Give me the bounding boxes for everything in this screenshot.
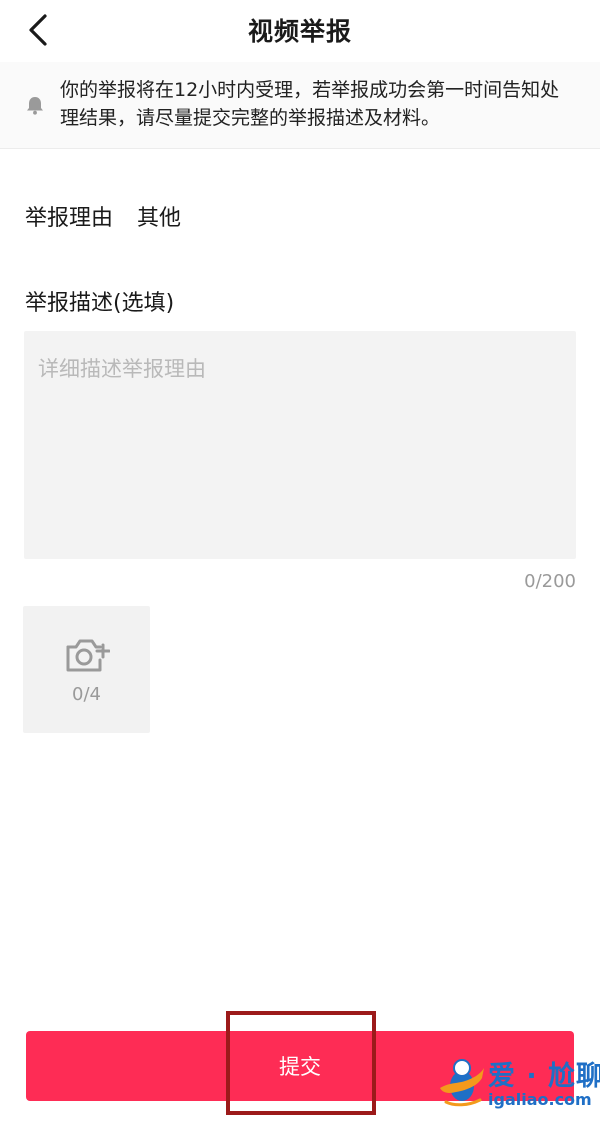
watermark-url: igaliao.com <box>488 1090 592 1109</box>
mascot-logo-icon <box>440 1059 484 1107</box>
header-bar: 视频举报 <box>0 0 600 63</box>
report-description-input[interactable]: 详细描述举报理由 <box>24 331 576 559</box>
notice-banner: 你的举报将在12小时内受理，若举报成功会第一时间告知处理结果，请尽量提交完整的举… <box>0 62 600 149</box>
watermark: 爱 · 尬聊 igaliao.com <box>438 1052 600 1118</box>
report-reason-value: 其他 <box>137 206 182 231</box>
page-title: 视频举报 <box>247 17 352 46</box>
camera-plus-icon <box>66 639 110 672</box>
report-description-placeholder: 详细描述举报理由 <box>38 357 206 381</box>
upload-image-button[interactable]: 0/4 <box>23 606 150 733</box>
upload-counter: 0/4 <box>72 684 101 705</box>
watermark-title: 爱 · 尬聊 <box>488 1061 600 1092</box>
notice-text: 你的举报将在12小时内受理，若举报成功会第一时间告知处理结果，请尽量提交完整的举… <box>60 79 560 129</box>
report-description-label: 举报描述(选填) <box>25 291 175 316</box>
bell-icon <box>27 97 43 115</box>
description-char-counter: 0/200 <box>524 571 576 592</box>
report-reason-label: 举报理由 <box>25 206 114 231</box>
submit-button-label: 提交 <box>279 1055 321 1079</box>
report-reason-row: 举报理由 其他 <box>25 200 181 232</box>
